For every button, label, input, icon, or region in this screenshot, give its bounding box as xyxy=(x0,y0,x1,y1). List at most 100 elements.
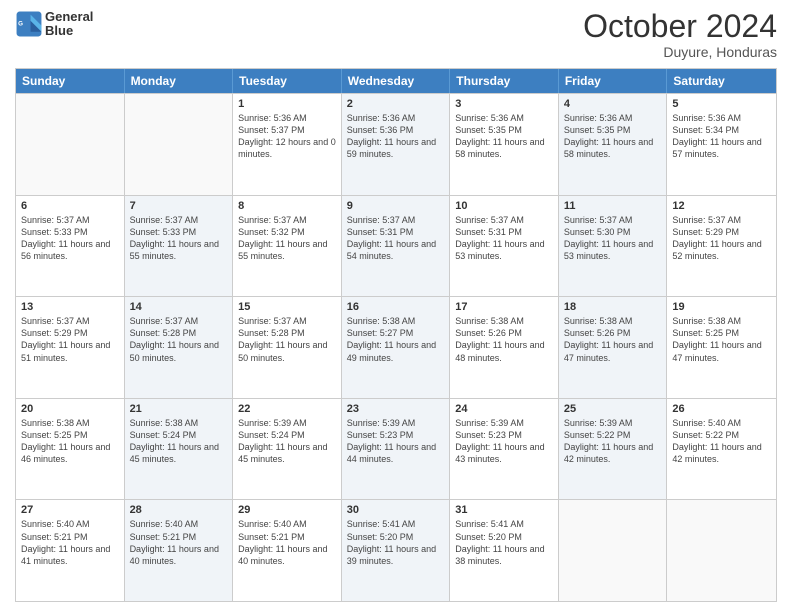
calendar-cell: 13Sunrise: 5:37 AMSunset: 5:29 PMDayligh… xyxy=(16,297,125,398)
page-header: G General Blue October 2024 Duyure, Hond… xyxy=(15,10,777,60)
logo: G General Blue xyxy=(15,10,93,39)
calendar-cell: 12Sunrise: 5:37 AMSunset: 5:29 PMDayligh… xyxy=(667,196,776,297)
sunset-text: Sunset: 5:23 PM xyxy=(347,429,445,441)
daylight-text: Daylight: 11 hours and 43 minutes. xyxy=(455,441,553,465)
sunset-text: Sunset: 5:36 PM xyxy=(347,124,445,136)
daylight-text: Daylight: 11 hours and 58 minutes. xyxy=(455,136,553,160)
sunrise-text: Sunrise: 5:38 AM xyxy=(21,417,119,429)
sunset-text: Sunset: 5:33 PM xyxy=(21,226,119,238)
sunset-text: Sunset: 5:20 PM xyxy=(455,531,553,543)
calendar-cell: 16Sunrise: 5:38 AMSunset: 5:27 PMDayligh… xyxy=(342,297,451,398)
calendar-header: SundayMondayTuesdayWednesdayThursdayFrid… xyxy=(16,69,776,93)
sunset-text: Sunset: 5:29 PM xyxy=(672,226,771,238)
sunset-text: Sunset: 5:28 PM xyxy=(238,327,336,339)
day-number: 23 xyxy=(347,403,445,415)
calendar-cell: 22 Sunrise: 5:39 AMSunset: 5:24 PMDayligh… xyxy=(233,399,342,500)
sunset-text: Sunset: 5:31 PM xyxy=(455,226,553,238)
sunrise-text: Sunrise: 5:40 AM xyxy=(130,518,228,530)
day-number: 30 xyxy=(347,504,445,516)
calendar-cell: 2Sunrise: 5:36 AMSunset: 5:36 PMDaylight… xyxy=(342,94,451,195)
day-number: 29 xyxy=(238,504,336,516)
sunset-text: Sunset: 5:23 PM xyxy=(455,429,553,441)
sunrise-text: Sunrise: 5:37 AM xyxy=(564,214,662,226)
day-number: 18 xyxy=(564,301,662,313)
cal-header-day: Monday xyxy=(125,69,234,93)
daylight-text: Daylight: 11 hours and 41 minutes. xyxy=(21,543,119,567)
day-number: 6 xyxy=(21,200,119,212)
sunset-text: Sunset: 5:25 PM xyxy=(21,429,119,441)
sunrise-text: Sunrise: 5:37 AM xyxy=(21,315,119,327)
calendar-row: 13Sunrise: 5:37 AMSunset: 5:29 PMDayligh… xyxy=(16,296,776,398)
sunset-text: Sunset: 5:20 PM xyxy=(347,531,445,543)
logo-text: General Blue xyxy=(45,10,93,39)
sunset-text: Sunset: 5:30 PM xyxy=(564,226,662,238)
calendar-cell: 30Sunrise: 5:41 AMSunset: 5:20 PMDayligh… xyxy=(342,500,451,601)
sunrise-text: Sunrise: 5:39 AM xyxy=(238,417,336,429)
sunset-text: Sunset: 5:26 PM xyxy=(455,327,553,339)
day-number: 1 xyxy=(238,98,336,110)
calendar-cell xyxy=(559,500,668,601)
calendar-cell: 17Sunrise: 5:38 AMSunset: 5:26 PMDayligh… xyxy=(450,297,559,398)
daylight-text: Daylight: 11 hours and 57 minutes. xyxy=(672,136,771,160)
daylight-text: Daylight: 11 hours and 45 minutes. xyxy=(238,441,336,465)
daylight-text: Daylight: 11 hours and 47 minutes. xyxy=(564,339,662,363)
sunset-text: Sunset: 5:34 PM xyxy=(672,124,771,136)
sunset-text: Sunset: 5:29 PM xyxy=(21,327,119,339)
sunset-text: Sunset: 5:24 PM xyxy=(238,429,336,441)
daylight-text: Daylight: 11 hours and 49 minutes. xyxy=(347,339,445,363)
sunset-text: Sunset: 5:27 PM xyxy=(347,327,445,339)
calendar-body: 1Sunrise: 5:36 AMSunset: 5:37 PMDaylight… xyxy=(16,93,776,601)
calendar-cell: 27Sunrise: 5:40 AMSunset: 5:21 PMDayligh… xyxy=(16,500,125,601)
calendar-cell: 11Sunrise: 5:37 AMSunset: 5:30 PMDayligh… xyxy=(559,196,668,297)
daylight-text: Daylight: 11 hours and 53 minutes. xyxy=(455,238,553,262)
calendar-cell: 10Sunrise: 5:37 AMSunset: 5:31 PMDayligh… xyxy=(450,196,559,297)
daylight-text: Daylight: 11 hours and 59 minutes. xyxy=(347,136,445,160)
daylight-text: Daylight: 11 hours and 55 minutes. xyxy=(130,238,228,262)
sunset-text: Sunset: 5:21 PM xyxy=(238,531,336,543)
daylight-text: Daylight: 11 hours and 50 minutes. xyxy=(238,339,336,363)
sunrise-text: Sunrise: 5:40 AM xyxy=(238,518,336,530)
daylight-text: Daylight: 11 hours and 53 minutes. xyxy=(564,238,662,262)
logo-line1: General xyxy=(45,10,93,24)
day-number: 9 xyxy=(347,200,445,212)
calendar-cell: 1Sunrise: 5:36 AMSunset: 5:37 PMDaylight… xyxy=(233,94,342,195)
sunset-text: Sunset: 5:25 PM xyxy=(672,327,771,339)
daylight-text: Daylight: 11 hours and 48 minutes. xyxy=(455,339,553,363)
cal-header-day: Tuesday xyxy=(233,69,342,93)
calendar-cell: 21Sunrise: 5:38 AMSunset: 5:24 PMDayligh… xyxy=(125,399,234,500)
daylight-text: Daylight: 11 hours and 58 minutes. xyxy=(564,136,662,160)
sunrise-text: Sunrise: 5:36 AM xyxy=(238,112,336,124)
calendar-cell: 18Sunrise: 5:38 AMSunset: 5:26 PMDayligh… xyxy=(559,297,668,398)
sunset-text: Sunset: 5:35 PM xyxy=(564,124,662,136)
calendar-row: 6 Sunrise: 5:37 AM Sunset: 5:33 PM Daylight… xyxy=(16,195,776,297)
calendar-cell xyxy=(667,500,776,601)
sunrise-text: Sunrise: 5:39 AM xyxy=(564,417,662,429)
sunrise-text: Sunrise: 5:37 AM xyxy=(347,214,445,226)
calendar-cell: 5Sunrise: 5:36 AMSunset: 5:34 PMDaylight… xyxy=(667,94,776,195)
sunrise-text: Sunrise: 5:41 AM xyxy=(347,518,445,530)
sunrise-text: Sunrise: 5:37 AM xyxy=(672,214,771,226)
calendar-cell: 9Sunrise: 5:37 AMSunset: 5:31 PMDaylight… xyxy=(342,196,451,297)
day-number: 8 xyxy=(238,200,336,212)
day-number: 5 xyxy=(672,98,771,110)
sunrise-text: Sunrise: 5:36 AM xyxy=(564,112,662,124)
sunrise-text: Sunrise: 5:37 AM xyxy=(130,214,228,226)
daylight-text: Daylight: 11 hours and 42 minutes. xyxy=(672,441,771,465)
daylight-text: Daylight: 11 hours and 40 minutes. xyxy=(130,543,228,567)
svg-text:G: G xyxy=(18,21,23,28)
day-number: 28 xyxy=(130,504,228,516)
day-number: 10 xyxy=(455,200,553,212)
logo-line2: Blue xyxy=(45,24,93,38)
cal-header-day: Friday xyxy=(559,69,668,93)
daylight-text: Daylight: 11 hours and 54 minutes. xyxy=(347,238,445,262)
day-number: 22 xyxy=(238,403,336,415)
sunrise-text: Sunrise: 5:39 AM xyxy=(347,417,445,429)
day-number: 24 xyxy=(455,403,553,415)
daylight-text: Daylight: 11 hours and 46 minutes. xyxy=(21,441,119,465)
daylight-text: Daylight: 11 hours and 40 minutes. xyxy=(238,543,336,567)
day-number: 17 xyxy=(455,301,553,313)
cal-header-day: Sunday xyxy=(16,69,125,93)
sunset-text: Sunset: 5:22 PM xyxy=(672,429,771,441)
calendar-row: 1Sunrise: 5:36 AMSunset: 5:37 PMDaylight… xyxy=(16,93,776,195)
daylight-text: Daylight: 11 hours and 44 minutes. xyxy=(347,441,445,465)
